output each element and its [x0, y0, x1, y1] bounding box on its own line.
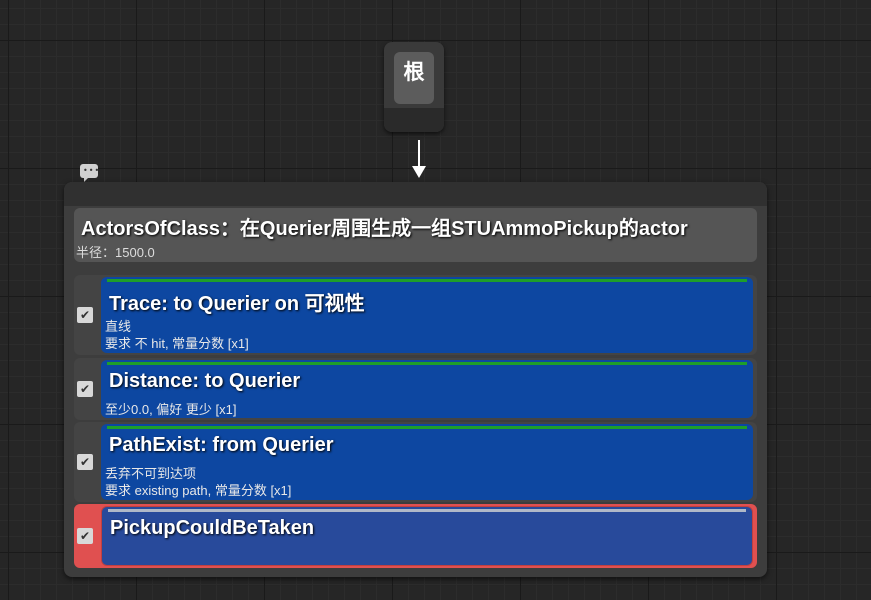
test-card[interactable]: Distance: to Querier 至少0.0, 偏好 更少 [x1]: [101, 360, 753, 418]
test-pathexist[interactable]: ✔ PathExist: from Querier 丢弃不可到达项 要求 exi…: [74, 422, 757, 502]
test-trace[interactable]: ✔ Trace: to Querier on 可视性 直线 要求 不 hit, …: [74, 275, 757, 355]
test-enabled-checkbox[interactable]: ✔: [77, 307, 93, 323]
test-detail: 要求 existing path, 常量分数 [x1]: [105, 483, 292, 498]
comment-icon[interactable]: •••: [80, 164, 99, 182]
root-output-pin[interactable]: [384, 108, 444, 132]
test-distance[interactable]: ✔ Distance: to Querier 至少0.0, 偏好 更少 [x1]: [74, 358, 757, 420]
eqs-query-node[interactable]: ActorsOfClass：在Querier周围生成一组STUAmmoPicku…: [64, 182, 767, 577]
test-card[interactable]: PathExist: from Querier 丢弃不可到达项 要求 exist…: [101, 424, 753, 500]
status-bar: [108, 509, 746, 512]
test-title: Distance: to Querier: [109, 370, 301, 392]
connection-arrow: [412, 140, 426, 178]
input-pin[interactable]: [64, 182, 767, 206]
status-bar: [107, 279, 747, 282]
test-detail: 要求 不 hit, 常量分数 [x1]: [105, 336, 249, 351]
test-enabled-checkbox[interactable]: ✔: [77, 381, 93, 397]
test-title: PathExist: from Querier: [109, 434, 334, 456]
test-enabled-checkbox[interactable]: ✔: [77, 528, 93, 544]
test-pickup-could-be-taken[interactable]: ✔ PickupCouldBeTaken: [74, 504, 757, 568]
generator-radius: 半径：1500.0: [76, 245, 155, 260]
test-title: PickupCouldBeTaken: [110, 517, 315, 539]
root-node-label: 根: [394, 52, 434, 104]
test-card[interactable]: PickupCouldBeTaken: [101, 506, 753, 566]
test-title: Trace: to Querier on 可视性: [109, 293, 365, 315]
status-bar: [107, 362, 747, 365]
test-card[interactable]: Trace: to Querier on 可视性 直线 要求 不 hit, 常量…: [101, 277, 753, 353]
root-node[interactable]: 根: [384, 42, 444, 132]
generator-title: ActorsOfClass：在Querier周围生成一组STUAmmoPicku…: [81, 218, 688, 240]
generator-box[interactable]: ActorsOfClass：在Querier周围生成一组STUAmmoPicku…: [74, 208, 757, 262]
test-detail: 至少0.0, 偏好 更少 [x1]: [105, 402, 237, 417]
status-bar: [107, 426, 747, 429]
test-enabled-checkbox[interactable]: ✔: [77, 454, 93, 470]
